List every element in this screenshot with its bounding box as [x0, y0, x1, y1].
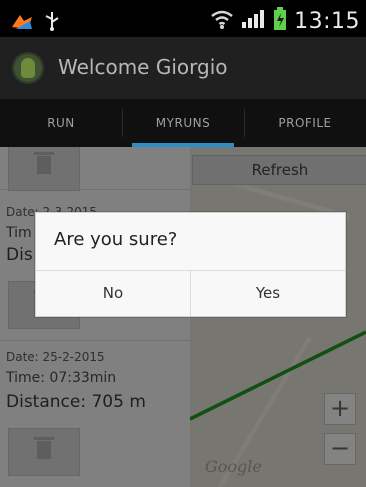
status-right: 13:15 — [210, 7, 360, 35]
tab-profile-label: PROFILE — [278, 116, 332, 130]
usb-icon — [42, 10, 62, 36]
status-time: 13:15 — [294, 8, 360, 34]
confirm-dialog: Are you sure? No Yes — [35, 212, 346, 317]
modal-overlay[interactable] — [0, 147, 366, 487]
app-logo-icon[interactable] — [12, 52, 44, 84]
tab-bar: RUN MYRUNS PROFILE — [0, 99, 366, 147]
tab-myruns[interactable]: MYRUNS — [122, 99, 244, 147]
wifi-icon — [210, 8, 234, 34]
dialog-title: Are you sure? — [54, 229, 178, 250]
yes-button[interactable]: Yes — [191, 271, 345, 316]
signal-icon — [240, 8, 266, 34]
tab-myruns-label: MYRUNS — [155, 116, 211, 130]
notification-icon — [10, 11, 34, 35]
no-button[interactable]: No — [36, 271, 190, 316]
app-title: Welcome Giorgio — [58, 55, 228, 79]
status-bar: 13:15 — [0, 0, 366, 37]
tab-run[interactable]: RUN — [0, 99, 122, 147]
tab-run-label: RUN — [47, 116, 75, 130]
battery-charging-icon — [272, 7, 288, 35]
status-left-icons — [10, 10, 62, 36]
tab-profile[interactable]: PROFILE — [244, 99, 366, 147]
action-bar: Welcome Giorgio — [0, 37, 366, 99]
